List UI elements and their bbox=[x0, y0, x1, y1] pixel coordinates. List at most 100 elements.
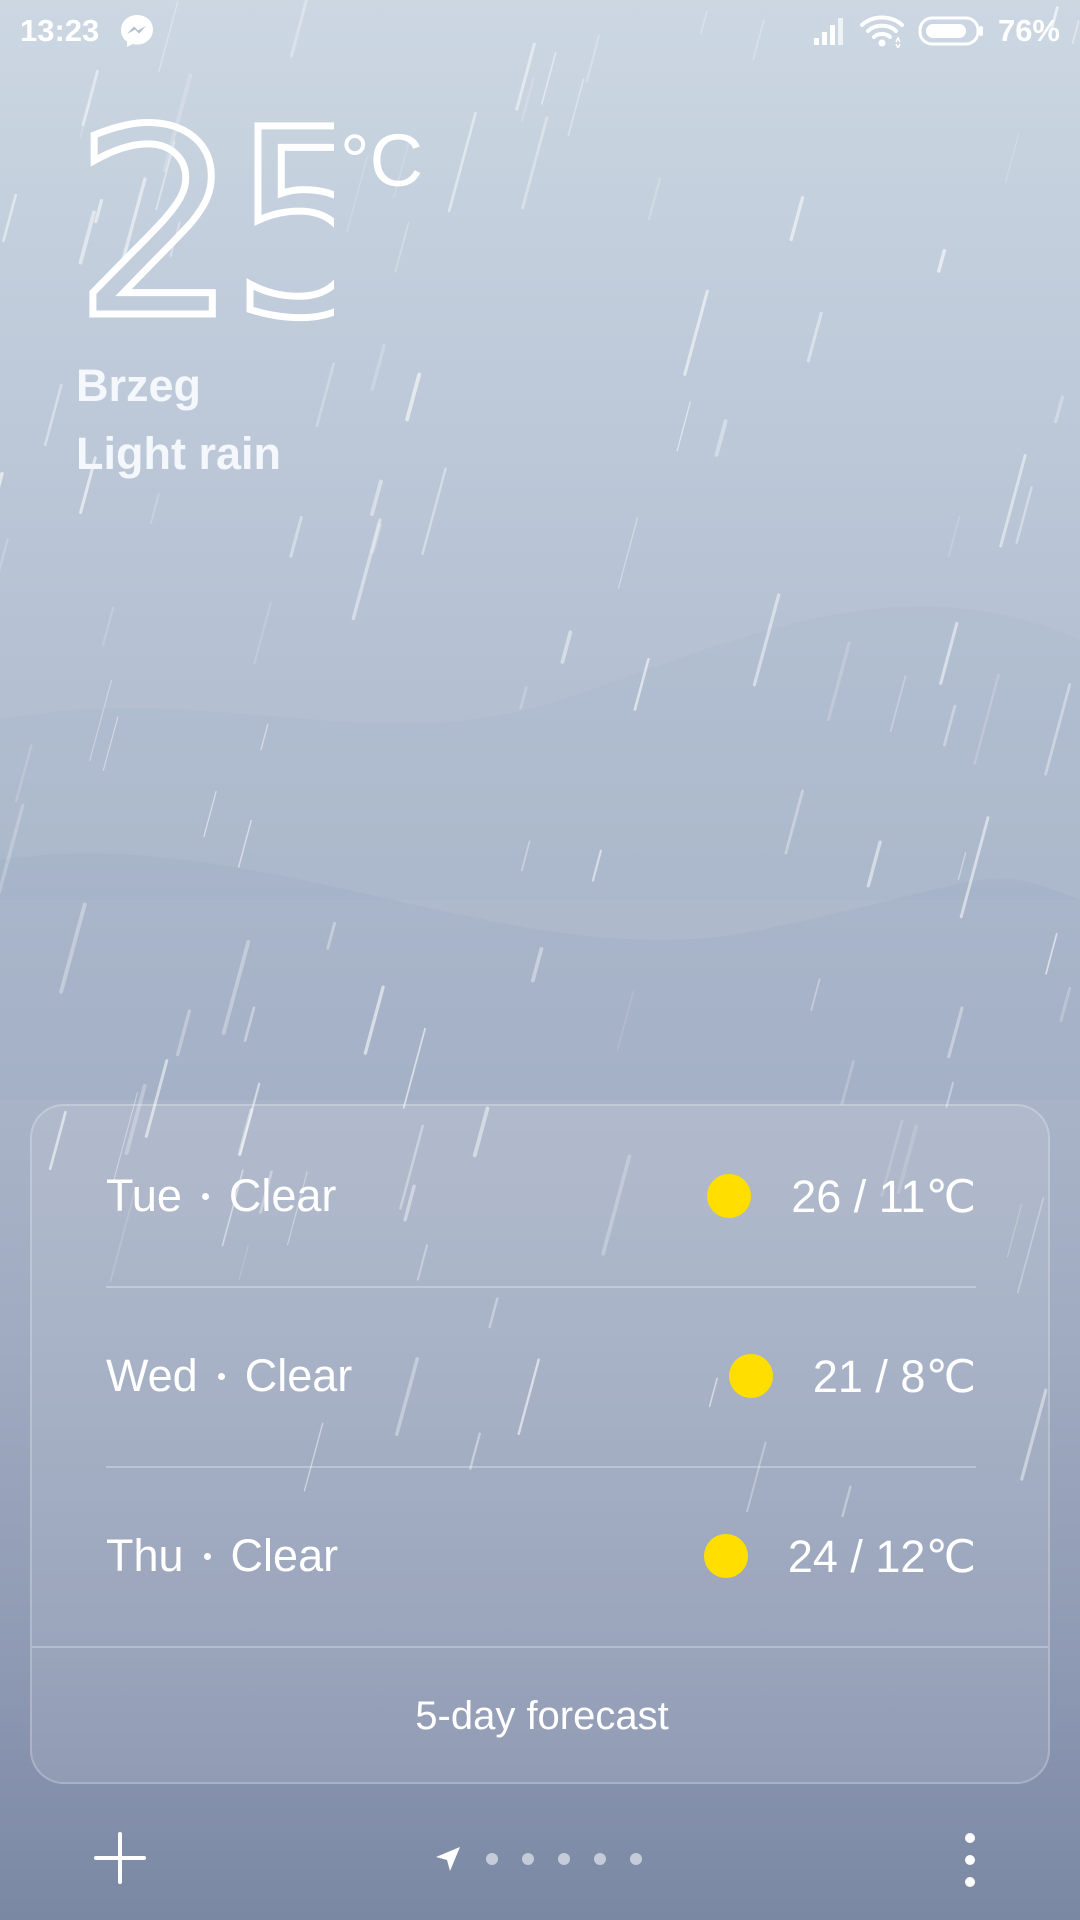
rain-streak bbox=[947, 515, 961, 558]
rain-streak bbox=[999, 453, 1027, 548]
rain-streak bbox=[175, 1009, 192, 1057]
rain-streak bbox=[289, 515, 303, 558]
location-arrow-icon bbox=[436, 1847, 460, 1871]
rain-streak bbox=[616, 990, 635, 1052]
sun-icon bbox=[707, 1174, 752, 1218]
rain-streak bbox=[14, 744, 33, 803]
rain-streak bbox=[957, 851, 967, 881]
bottom-bar bbox=[0, 1800, 1080, 1920]
rain-streak bbox=[939, 621, 959, 685]
rain-streak bbox=[326, 921, 337, 950]
rain-streak bbox=[1004, 133, 1020, 183]
rain-streak bbox=[947, 1006, 964, 1059]
rain-streak bbox=[752, 593, 781, 687]
cellular-signal-icon bbox=[812, 16, 846, 46]
rain-streak bbox=[959, 816, 990, 919]
forecast-row-tue[interactable]: Tue Clear 26 / 11℃ bbox=[106, 1106, 976, 1286]
rain-streak bbox=[520, 76, 535, 122]
city-name[interactable]: Brzeg bbox=[76, 360, 201, 412]
rain-streak bbox=[81, 70, 99, 126]
rain-streak bbox=[0, 538, 9, 573]
forecast-row-wed[interactable]: Wed Clear 21 / 8℃ bbox=[106, 1286, 976, 1466]
battery-icon bbox=[918, 15, 984, 47]
rain-streak bbox=[633, 657, 650, 711]
rain-streak bbox=[519, 686, 528, 710]
rain-streak bbox=[0, 471, 4, 488]
rain-streak bbox=[102, 716, 119, 771]
forecast-temps: 24 / 12℃ bbox=[787, 1530, 976, 1582]
rain-streak bbox=[567, 78, 585, 137]
rain-streak bbox=[1015, 486, 1033, 544]
rain-streak bbox=[560, 630, 573, 664]
rain-streak bbox=[405, 372, 422, 422]
weather-screen: 13:23 76% 25 °C Brzeg Light rain Tue Cle… bbox=[0, 0, 1080, 1920]
rain-streak bbox=[402, 1027, 426, 1109]
status-right: 76% bbox=[798, 13, 1060, 49]
rain-streak bbox=[943, 704, 957, 747]
rain-streak bbox=[647, 177, 662, 221]
temperature-value: 25 bbox=[74, 118, 334, 338]
rain-streak bbox=[221, 940, 251, 1035]
forecast-condition: Clear bbox=[228, 1170, 337, 1221]
rain-streak bbox=[683, 289, 709, 376]
rain-streak bbox=[973, 673, 1000, 766]
rain-streak bbox=[714, 419, 728, 457]
forecast-condition: Clear bbox=[230, 1530, 339, 1581]
rain-streak bbox=[43, 383, 63, 447]
page-dot bbox=[630, 1853, 642, 1865]
forecast-row-thu[interactable]: Thu Clear 24 / 12℃ bbox=[106, 1466, 976, 1646]
rain-streak bbox=[421, 467, 447, 556]
rain-streak bbox=[370, 523, 382, 554]
rain-streak bbox=[591, 849, 603, 882]
more-vertical-icon[interactable] bbox=[955, 1832, 985, 1888]
five-day-forecast-button[interactable]: 5-day forecast bbox=[32, 1648, 1048, 1782]
rain-streak bbox=[1045, 933, 1058, 975]
separator-dot bbox=[201, 1192, 209, 1200]
rain-streak bbox=[1044, 683, 1072, 776]
status-bar: 13:23 76% bbox=[0, 0, 1080, 62]
rain-streak bbox=[617, 516, 639, 589]
rain-streak bbox=[1059, 986, 1072, 1023]
rain-streak bbox=[0, 803, 25, 894]
forecast-card: Tue Clear 26 / 11℃ Wed Clear 21 / 8℃ Thu… bbox=[30, 1104, 1050, 1784]
rain-streak bbox=[101, 606, 115, 647]
temperature-number: 25 bbox=[74, 118, 334, 338]
separator-dot bbox=[217, 1372, 225, 1380]
page-dot bbox=[522, 1853, 534, 1865]
forecast-temps: 21 / 8℃ bbox=[812, 1350, 976, 1402]
rain-streak bbox=[1053, 395, 1065, 424]
rain-streak bbox=[937, 248, 947, 273]
plus-icon[interactable] bbox=[92, 1830, 148, 1886]
rain-streak bbox=[260, 723, 269, 751]
rain-streak bbox=[203, 790, 217, 838]
rain-streak bbox=[784, 789, 804, 855]
forecast-day: Tue bbox=[106, 1170, 182, 1221]
rain-streak bbox=[530, 947, 544, 983]
rain-streak bbox=[810, 978, 821, 1011]
battery-percent: 76% bbox=[997, 13, 1060, 48]
rain-streak bbox=[253, 602, 272, 665]
rain-streak bbox=[889, 675, 907, 733]
page-dot bbox=[558, 1853, 570, 1865]
rain-streak bbox=[363, 985, 385, 1055]
rain-streak bbox=[840, 1060, 855, 1106]
forecast-condition: Clear bbox=[244, 1350, 353, 1401]
current-condition: Light rain bbox=[76, 428, 281, 479]
page-indicator[interactable] bbox=[434, 1844, 642, 1874]
rain-streak bbox=[243, 1006, 256, 1042]
rain-streak bbox=[370, 479, 383, 516]
rain-streak bbox=[2, 193, 18, 243]
status-time: 13:23 bbox=[20, 13, 100, 48]
sun-icon bbox=[703, 1534, 748, 1578]
rain-streak bbox=[826, 641, 851, 721]
rain-streak bbox=[789, 196, 805, 242]
rain-streak bbox=[676, 401, 691, 452]
rain-streak bbox=[150, 492, 160, 524]
rain-streak bbox=[866, 840, 882, 888]
rain-streak bbox=[237, 819, 252, 868]
temperature-unit: °C bbox=[340, 119, 424, 202]
forecast-day: Wed bbox=[106, 1350, 198, 1401]
rain-streak bbox=[521, 116, 549, 210]
sun-icon bbox=[728, 1354, 773, 1398]
current-temperature: 25 °C bbox=[74, 118, 423, 338]
